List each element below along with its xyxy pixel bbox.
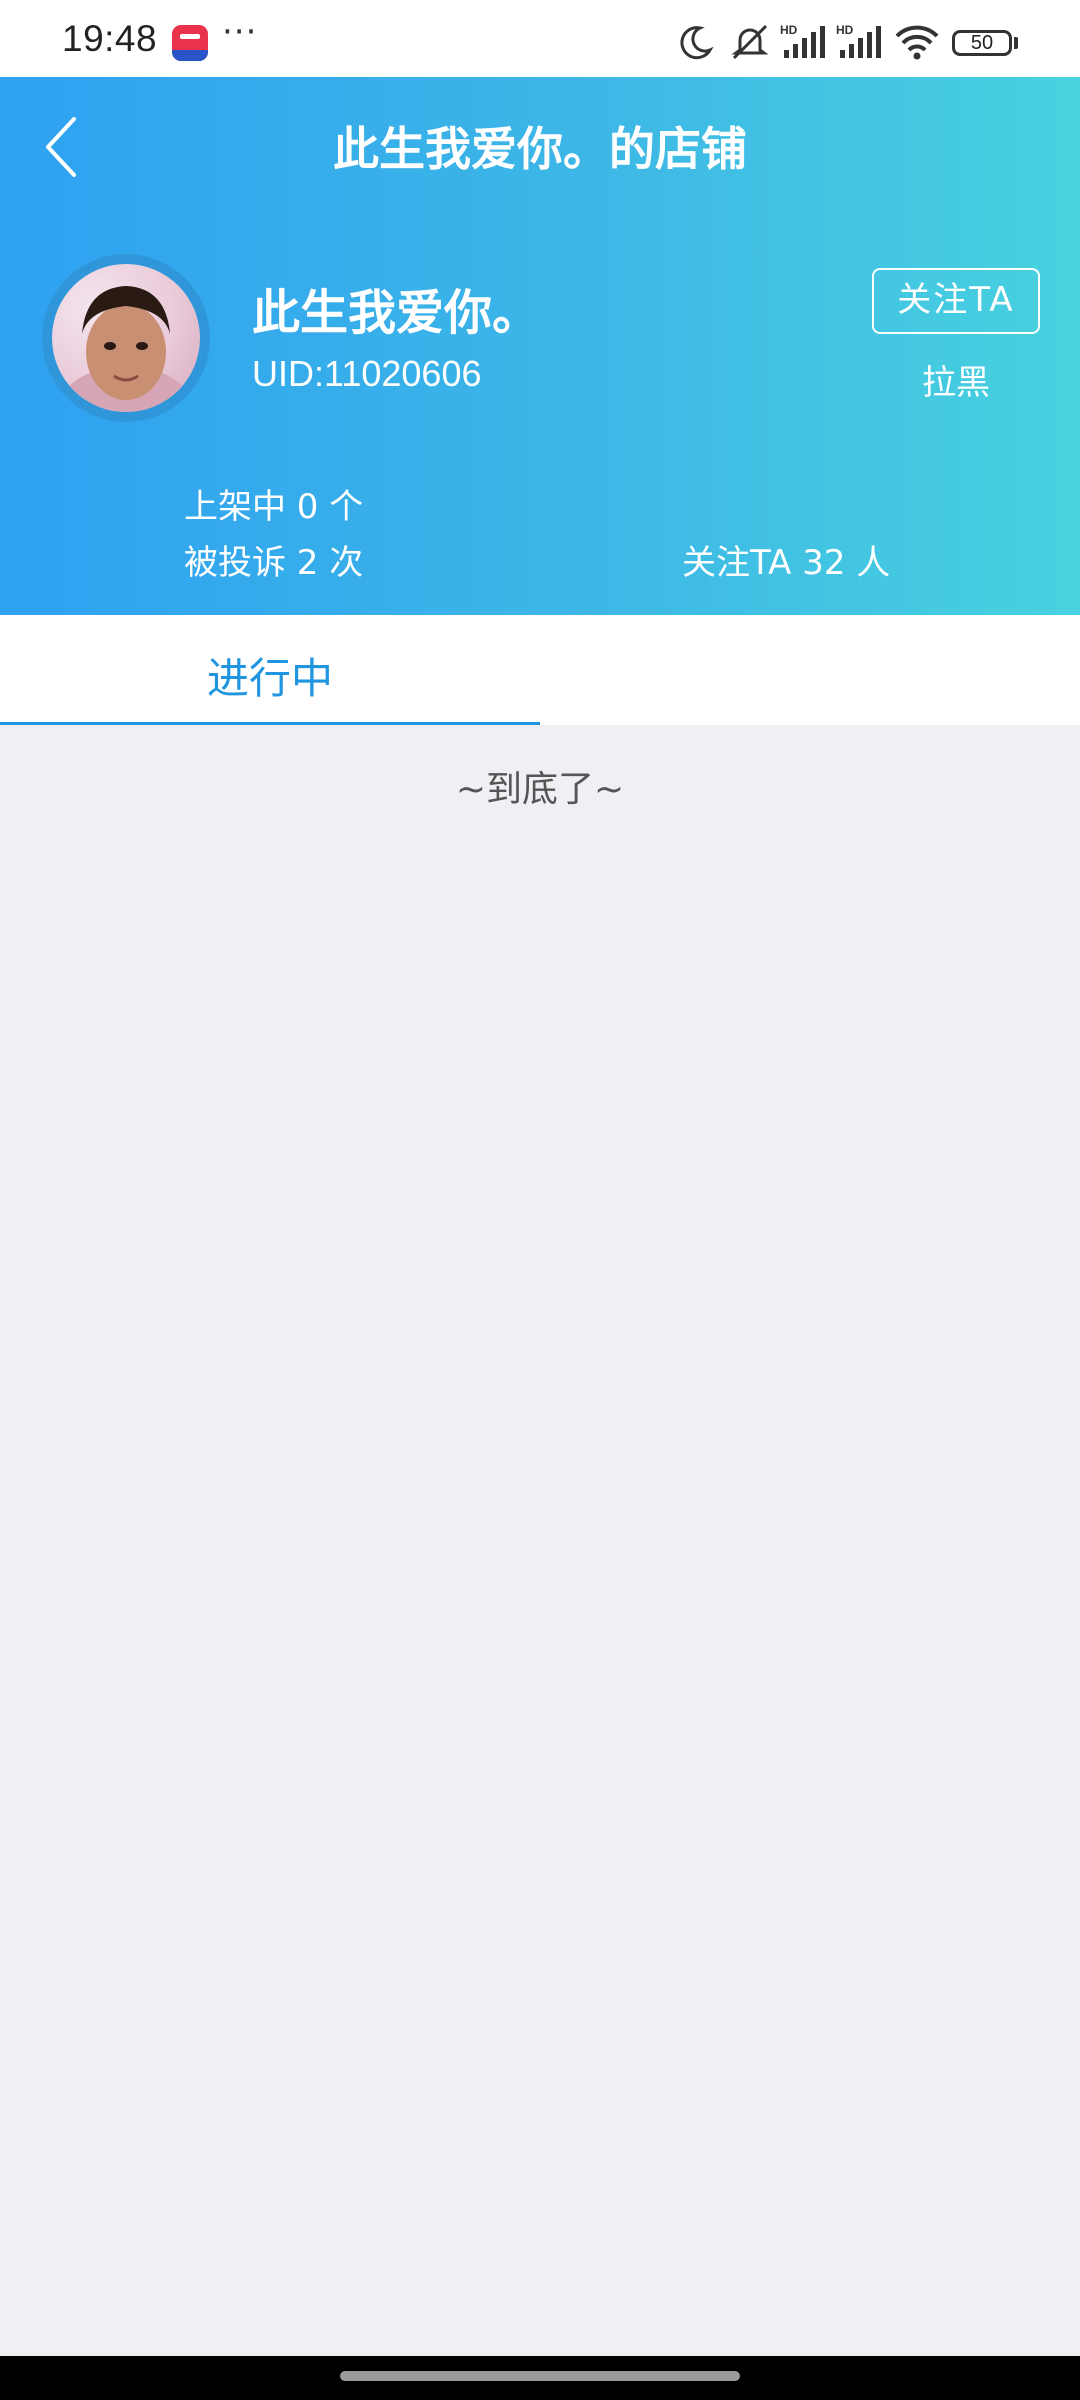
listed-count: 上架中 0 个 [184,487,364,527]
svg-text:HD: HD [836,23,854,37]
app-notification-icon [172,25,208,61]
signal-hd-icon: HD [780,23,825,58]
svg-text:HD: HD [780,23,798,37]
status-bar: 19:48 ··· HD HD 50 [0,0,1080,77]
block-button[interactable]: 拉黑 [872,355,1040,404]
complaint-count: 被投诉 2 次 [184,543,364,583]
status-time: 19:48 [62,18,158,59]
more-notifications-icon: ··· [222,12,258,52]
follower-count: 关注TA 32 人 [682,543,891,583]
page-title: 此生我爱你。的店铺 [333,122,747,176]
tab-bar: 进行中 [0,615,1080,725]
battery-tip [1014,37,1018,49]
signal-hd-icon: HD [836,23,881,58]
shop-header: 此生我爱你。的店铺 此生我爱你。 UID:11020606 关注TA 拉黑 上架… [0,77,1080,615]
avatar-photo [52,264,200,412]
wifi-icon [895,25,939,60]
tab-in-progress[interactable]: 进行中 [0,615,540,725]
battery-icon: 50 [952,30,1012,56]
list-end-text: ~到底了~ [455,769,625,810]
follow-button[interactable]: 关注TA [872,268,1040,334]
shop-name: 此生我爱你。 [252,285,541,341]
tab-label: 进行中 [206,654,333,703]
moon-icon [680,26,714,60]
user-id: UID:11020606 [252,353,482,394]
tab-active-indicator [0,722,540,725]
navigation-bar [0,2356,1080,2400]
avatar[interactable] [42,254,210,422]
mute-icon [731,24,769,60]
home-gesture-handle[interactable] [340,2371,740,2381]
